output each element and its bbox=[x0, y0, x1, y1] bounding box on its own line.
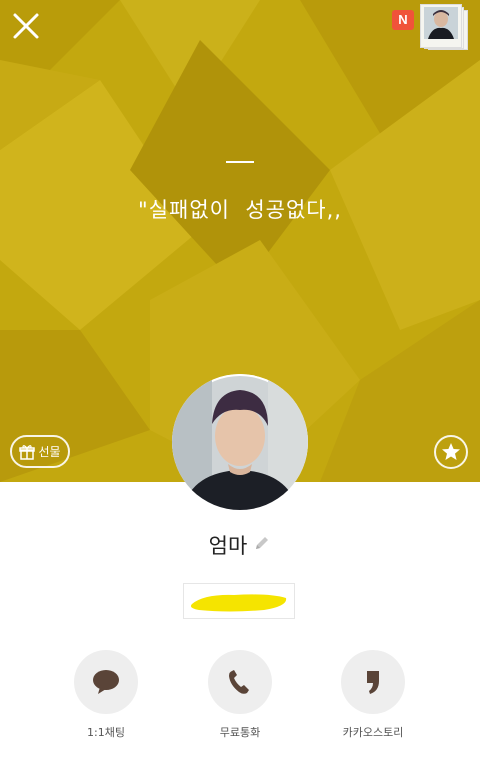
gift-button[interactable]: 선물 bbox=[10, 435, 70, 468]
new-badge[interactable]: N bbox=[392, 10, 414, 30]
story-action-circle[interactable] bbox=[341, 650, 405, 714]
chat-action-circle[interactable] bbox=[74, 650, 138, 714]
favorite-button[interactable] bbox=[434, 435, 468, 469]
avatar-photo bbox=[172, 374, 308, 510]
gift-label: 선물 bbox=[38, 445, 61, 459]
close-icon bbox=[13, 13, 39, 39]
status-message: "실패없이 성공없다,, bbox=[138, 198, 342, 222]
quote-mark-icon bbox=[367, 671, 379, 694]
phone-number-field bbox=[183, 583, 295, 619]
gift-icon bbox=[19, 444, 36, 460]
edit-name-button[interactable] bbox=[253, 534, 271, 556]
pencil-icon bbox=[256, 537, 269, 549]
avatar[interactable] bbox=[172, 374, 308, 510]
phone-icon bbox=[229, 670, 249, 694]
chat-action[interactable]: 1:1채팅 bbox=[61, 650, 151, 740]
call-action[interactable]: 무료통화 bbox=[195, 650, 285, 740]
story-action[interactable]: 카카오스토리 bbox=[328, 650, 418, 740]
profile-history-thumbnails[interactable] bbox=[420, 4, 468, 50]
status-divider bbox=[226, 161, 254, 163]
thumbnail-photo bbox=[424, 7, 458, 39]
profile-name: 엄마 bbox=[208, 534, 248, 558]
star-icon bbox=[442, 443, 460, 460]
profile-name-row: 엄마 bbox=[0, 530, 480, 560]
close-button[interactable] bbox=[10, 10, 42, 42]
speech-bubble-icon bbox=[93, 670, 119, 694]
redaction-scribble bbox=[190, 594, 287, 612]
call-action-label: 무료통화 bbox=[219, 726, 261, 739]
story-action-label: 카카오스토리 bbox=[342, 726, 404, 739]
profile-actions: 1:1채팅 무료통화 카카오스토리 bbox=[0, 650, 480, 750]
call-action-circle[interactable] bbox=[208, 650, 272, 714]
chat-action-label: 1:1채팅 bbox=[87, 726, 125, 739]
